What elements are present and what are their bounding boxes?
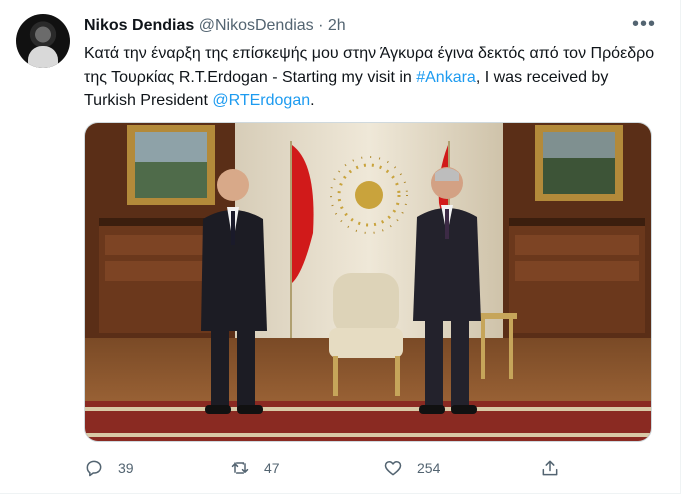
hashtag-link[interactable]: #Ankara xyxy=(416,69,476,86)
share-button[interactable] xyxy=(540,456,574,480)
author-name[interactable]: Nikos Dendias xyxy=(84,17,194,34)
reply-count: 39 xyxy=(118,460,134,476)
avatar[interactable] xyxy=(16,14,70,68)
tweet-actions: 39 47 254 xyxy=(84,456,564,480)
reply-button[interactable]: 39 xyxy=(84,456,134,480)
tweet-card[interactable]: Nikos Dendias @NikosDendias · 2h ••• Κατ… xyxy=(0,0,681,494)
reply-icon xyxy=(86,460,102,477)
tweet-timestamp[interactable]: 2h xyxy=(328,17,346,34)
retweet-count: 47 xyxy=(264,460,280,476)
tweet-photo[interactable] xyxy=(84,122,652,442)
tweet-text-part: . xyxy=(310,92,315,109)
author-handle[interactable]: @NikosDendias xyxy=(199,17,314,34)
tweet-text: Κατά την έναρξη της επίσκεψής μου στην Ά… xyxy=(84,42,664,113)
retweet-button[interactable]: 47 xyxy=(230,456,280,480)
retweet-icon xyxy=(231,462,249,474)
more-icon[interactable]: ••• xyxy=(632,14,656,34)
separator-dot: · xyxy=(318,17,324,34)
like-button[interactable]: 254 xyxy=(383,456,440,480)
share-icon xyxy=(542,460,558,476)
like-count: 254 xyxy=(417,460,441,476)
tweet-header: Nikos Dendias @NikosDendias · 2h xyxy=(84,16,346,36)
mention-link[interactable]: @RTErdogan xyxy=(212,92,310,109)
heart-icon xyxy=(384,461,402,476)
photo-scene xyxy=(85,123,651,441)
